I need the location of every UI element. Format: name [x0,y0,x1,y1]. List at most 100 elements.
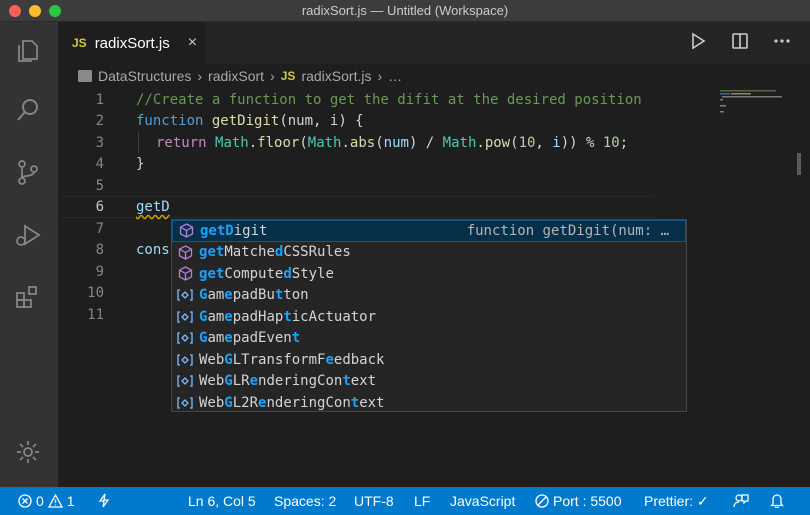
suggestion-label: getComputedStyle [199,265,334,282]
suggestion-item[interactable]: WebGLRenderingContext [172,371,686,393]
window-title: radixSort.js — Untitled (Workspace) [301,3,509,18]
suggestion-label: WebGLTransformFeedback [199,351,385,368]
tab-title: radixSort.js [94,34,170,52]
no-entry-icon [535,494,549,508]
feedback-icon[interactable] [733,493,749,508]
breadcrumb-folder[interactable]: DataStructures [98,68,191,84]
suggestion-label: GamepadEvent [199,330,301,347]
method-icon [177,222,195,240]
suggestion-item[interactable]: WebGL2RenderingContext [172,392,686,414]
code-line: 2 function getDigit(num, i) { [58,111,718,133]
prettier-status[interactable]: Prettier: ✓ [644,493,709,510]
bell-icon[interactable] [770,493,784,508]
minimap[interactable] [718,88,798,128]
class-icon [176,329,194,347]
status-bar: 0 1 Ln 6, Col 5 Spaces: 2 UTF-8 LF JavaS… [0,487,810,515]
javascript-file-icon: JS [72,36,87,50]
method-icon [176,265,194,283]
suggestion-item[interactable]: GamepadEvent [172,328,686,350]
suggestion-item[interactable]: getComputedStyle [172,263,686,285]
sync-icon[interactable] [98,493,110,508]
code-text: return Math.floor(Math.abs(num) / Math.p… [156,134,629,151]
suggestion-item[interactable]: getDigit function getDigit(num: … [172,220,686,242]
line-number: 3 [95,134,104,151]
suggestion-item[interactable]: WebGLTransformFeedback [172,349,686,371]
problems-indicator[interactable]: 0 1 [18,493,75,509]
language-mode[interactable]: JavaScript [450,493,515,509]
live-server-port[interactable]: Port : 5500 [535,493,622,509]
code-text: cons [136,242,170,259]
code-line: 6 getD [58,197,718,219]
suggestion-label: getDigit [200,222,268,239]
suggestion-label: GamepadButton [199,287,309,304]
method-icon [176,243,194,261]
scrollbar-thumb[interactable] [797,153,801,175]
end-of-line[interactable]: LF [414,493,430,509]
suggestion-widget: getDigit function getDigit(num: … getMat… [171,219,687,412]
title-bar: radixSort.js — Untitled (Workspace) [0,0,810,22]
breadcrumb-subfolder[interactable]: radixSort [208,68,264,84]
code-line: 4 } [58,154,718,176]
close-tab-icon[interactable]: × [188,34,197,52]
javascript-file-icon: JS [280,69,296,83]
breadcrumb-separator: › [377,68,383,84]
run-icon[interactable] [688,30,708,52]
split-editor-icon[interactable] [730,30,750,52]
line-number: 2 [95,113,104,130]
window-controls [9,5,61,17]
line-number: 8 [95,242,104,259]
warning-icon [47,494,63,508]
run-debug-icon[interactable] [13,220,43,250]
code-comment: //Create a function to get the difit at … [136,91,642,108]
suggestion-label: getMatchedCSSRules [199,244,351,261]
suggestion-detail: function getDigit(num: … [466,222,669,239]
class-icon [176,372,194,390]
breadcrumb-symbols[interactable]: … [388,68,402,84]
close-window-button[interactable] [9,5,21,17]
maximize-window-button[interactable] [49,5,61,17]
error-icon [18,494,32,508]
line-number: 7 [95,220,104,237]
suggestion-item[interactable]: getMatchedCSSRules [172,242,686,264]
class-icon [176,394,194,412]
folder-icon [78,70,92,82]
suggestion-label: GamepadHapticActuator [199,308,377,325]
line-number: 10 [87,285,104,302]
source-control-icon[interactable] [13,157,43,187]
breadcrumb: DataStructures › radixSort › JS radixSor… [58,64,810,88]
line-number: 5 [95,177,104,194]
suggestion-label: WebGLRenderingContext [199,373,377,390]
suggestion-item[interactable]: GamepadHapticActuator [172,306,686,328]
code-text: function getDigit(num, i) { [136,113,364,130]
code-text: } [136,156,145,173]
line-number: 6 [95,199,104,216]
search-icon[interactable] [13,95,43,125]
class-icon [176,308,194,326]
code-text: getD [136,199,170,216]
indentation[interactable]: Spaces: 2 [274,493,336,509]
settings-gear-icon[interactable] [13,437,43,467]
more-icon[interactable] [772,30,792,52]
suggestion-item[interactable]: GamepadButton [172,285,686,307]
extensions-icon[interactable] [13,282,43,312]
error-count: 0 [36,493,44,509]
tab-radixsort[interactable]: JS radixSort.js × [58,22,205,64]
line-number: 9 [95,263,104,280]
breadcrumb-separator: › [197,68,203,84]
breadcrumb-file[interactable]: radixSort.js [301,68,371,84]
tab-bar: JS radixSort.js × [58,22,810,64]
minimize-window-button[interactable] [29,5,41,17]
warning-count: 1 [66,493,75,509]
encoding[interactable]: UTF-8 [354,493,394,509]
breadcrumb-separator: › [270,68,275,84]
cursor-position[interactable]: Ln 6, Col 5 [188,493,256,509]
class-icon [176,286,194,304]
code-line: 5 [58,175,718,197]
line-number: 4 [95,156,104,173]
code-line: 3 return Math.floor(Math.abs(num) / Math… [58,132,718,154]
suggestion-label: WebGL2RenderingContext [199,394,385,411]
line-number: 1 [95,91,104,108]
files-icon[interactable] [13,34,43,64]
code-line: 1 //Create a function to get the difit a… [58,89,718,111]
class-icon [176,351,194,369]
